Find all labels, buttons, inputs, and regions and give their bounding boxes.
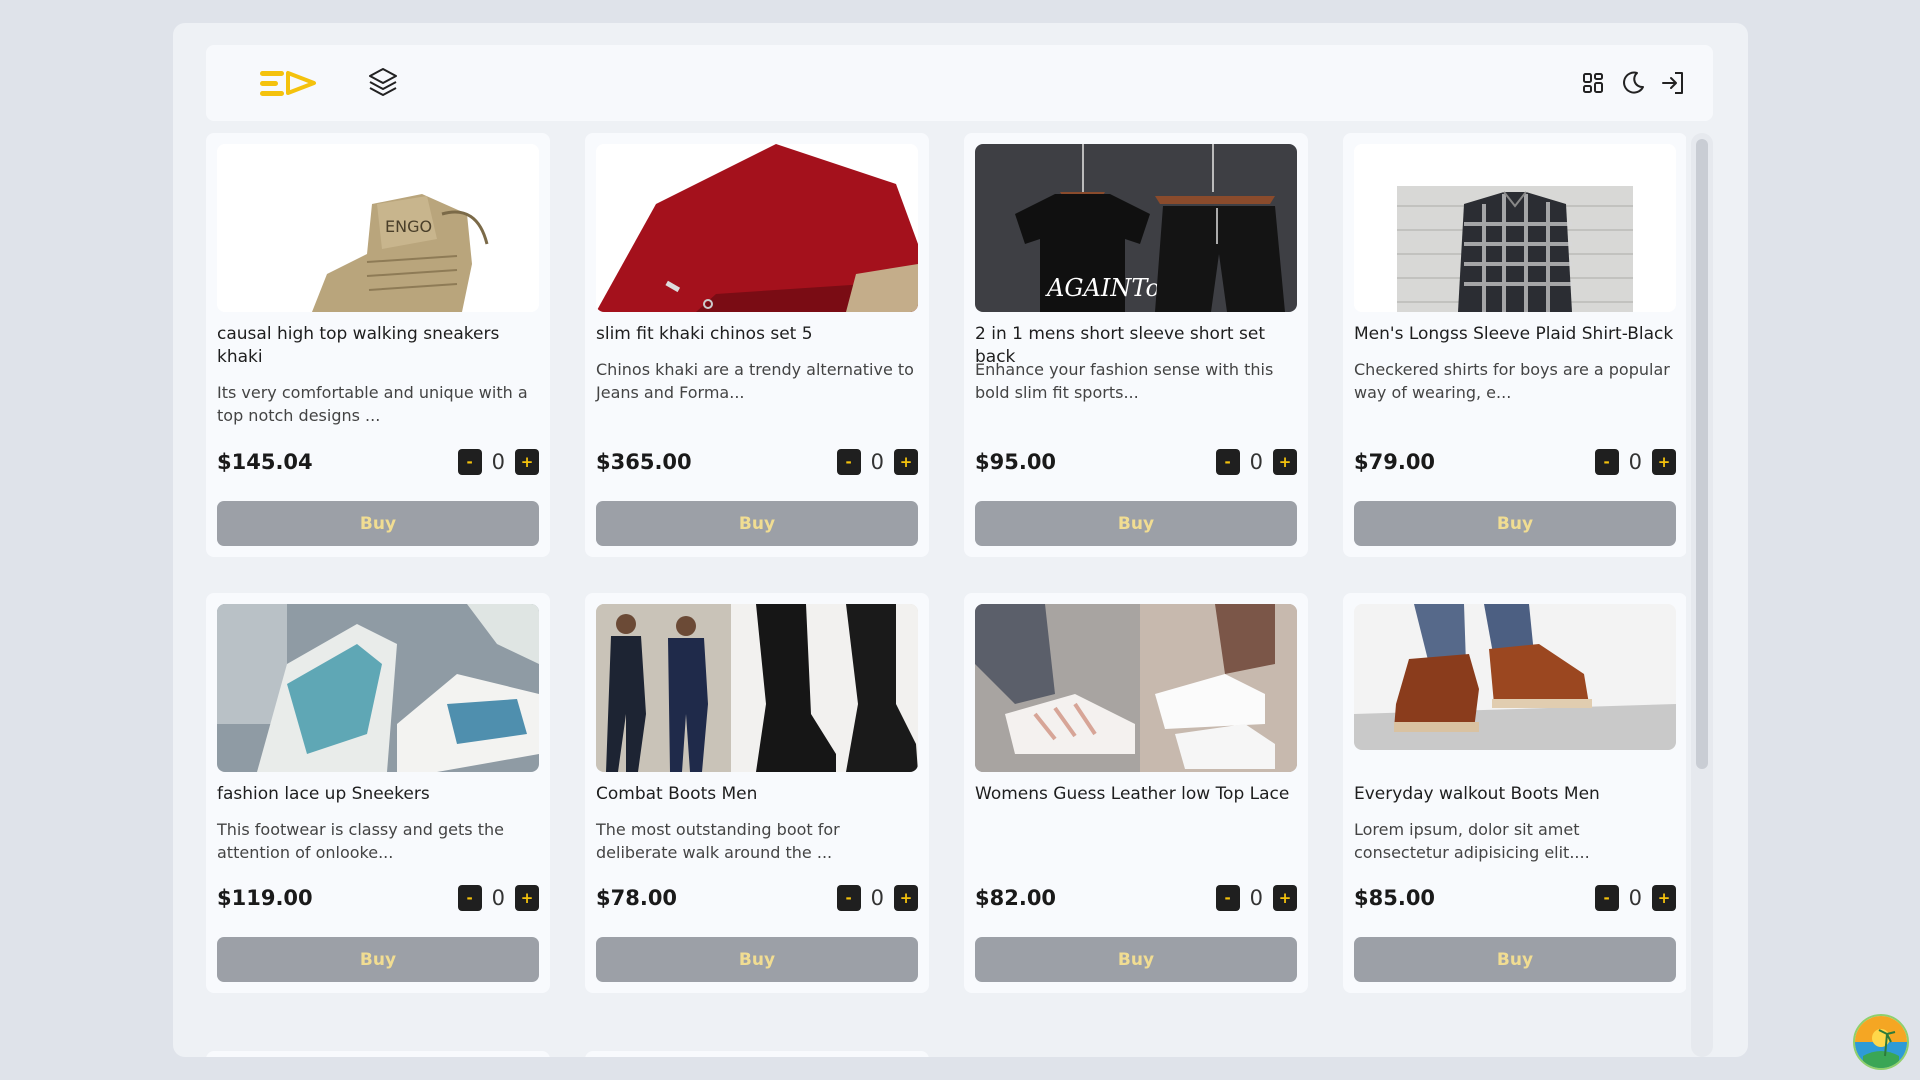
red-chinos-image[interactable]: [596, 144, 918, 312]
decrease-quantity-button[interactable]: -: [457, 449, 482, 475]
buy-button[interactable]: Buy: [596, 501, 918, 546]
quantity-value: 0: [870, 450, 884, 474]
increase-quantity-button[interactable]: +: [1273, 885, 1297, 911]
quantity-value: 0: [1249, 886, 1263, 910]
product-price: $95.00: [975, 450, 1057, 474]
increase-quantity-button[interactable]: +: [1273, 449, 1297, 475]
quantity-value: 0: [491, 450, 505, 474]
product-description: Chinos khaki are a trendy alternative to…: [596, 360, 914, 402]
quantity-value: 0: [1628, 450, 1642, 474]
header-actions: [1579, 69, 1687, 97]
decrease-quantity-button[interactable]: -: [1594, 885, 1619, 911]
product-title: Womens Guess Leather low Top Lace: [975, 784, 1290, 804]
quantity-value: 0: [1249, 450, 1263, 474]
product-price: $365.00: [596, 450, 692, 474]
app-window: ENGO causal high top walking sneakers kh…: [173, 23, 1748, 1057]
svg-text:AGAINTo: AGAINTo: [1045, 274, 1160, 302]
buy-button[interactable]: Buy: [596, 937, 918, 982]
product-title: Men's Longss Sleeve Plaid Shirt-Black: [1354, 324, 1674, 344]
increase-quantity-button[interactable]: +: [1652, 885, 1676, 911]
quantity-stepper: - 0 +: [1215, 449, 1297, 475]
layers-icon[interactable]: [368, 65, 398, 99]
product-description: Enhance your fashion sense with this bol…: [975, 360, 1274, 402]
product-price: $82.00: [975, 886, 1057, 910]
product-price: $79.00: [1354, 450, 1436, 474]
product-card: Womens Guess Leather low Top Lace $82.00…: [964, 593, 1308, 993]
khaki-boot-image[interactable]: ENGO: [217, 144, 539, 312]
quantity-stepper: - 0 +: [836, 449, 918, 475]
combat-boots-image[interactable]: [596, 604, 918, 772]
decrease-quantity-button[interactable]: -: [1215, 885, 1240, 911]
decrease-quantity-button[interactable]: -: [1215, 449, 1240, 475]
decrease-quantity-button[interactable]: -: [1594, 449, 1619, 475]
product-title: causal high top walking sneakers khaki: [217, 324, 500, 367]
scrollbar-thumb[interactable]: [1696, 139, 1708, 769]
quantity-stepper: - 0 +: [1594, 449, 1676, 475]
product-card: ENGO causal high top walking sneakers kh…: [206, 133, 550, 557]
product-card: Everyday walkout Boots Men Lorem ipsum, …: [1343, 593, 1686, 993]
product-description: The most outstanding boot for deliberate…: [596, 820, 840, 862]
product-card: Men's Longss Sleeve Plaid Shirt-Black Ch…: [1343, 133, 1686, 557]
product-price: $85.00: [1354, 886, 1436, 910]
product-title: fashion lace up Sneekers: [217, 784, 430, 804]
product-title: Everyday walkout Boots Men: [1354, 784, 1600, 804]
product-title: slim fit khaki chinos set 5: [596, 324, 813, 344]
tshirt-shorts-set-image[interactable]: AGAINTo: [975, 144, 1297, 312]
product-price: $78.00: [596, 886, 678, 910]
buy-button[interactable]: Buy: [975, 501, 1297, 546]
quantity-stepper: - 0 +: [457, 885, 539, 911]
top-navigation-bar: [206, 45, 1713, 121]
quantity-stepper: - 0 +: [1215, 885, 1297, 911]
brand-logo-icon[interactable]: [258, 65, 320, 101]
scrollbar[interactable]: [1691, 133, 1713, 1057]
buy-button[interactable]: Buy: [975, 937, 1297, 982]
buy-button[interactable]: Buy: [217, 937, 539, 982]
product-description: This footwear is classy and gets the att…: [217, 820, 504, 862]
user-avatar-icon[interactable]: [1853, 1014, 1909, 1070]
blue-sneakers-image[interactable]: [217, 604, 539, 772]
product-description: Its very comfortable and unique with a t…: [217, 383, 528, 425]
product-grid: ENGO causal high top walking sneakers kh…: [206, 133, 1686, 1057]
product-card: slim fit khaki chinos set 5 Chinos khaki…: [585, 133, 929, 557]
quantity-stepper: - 0 +: [457, 449, 539, 475]
product-description: Lorem ipsum, dolor sit amet consectetur …: [1354, 820, 1590, 862]
quantity-value: 0: [491, 886, 505, 910]
next-row-card-peek: [206, 1051, 550, 1057]
increase-quantity-button[interactable]: +: [1652, 449, 1676, 475]
white-sneakers-image[interactable]: [975, 604, 1297, 772]
buy-button[interactable]: Buy: [1354, 937, 1676, 982]
product-title: Combat Boots Men: [596, 784, 758, 804]
decrease-quantity-button[interactable]: -: [836, 885, 861, 911]
increase-quantity-button[interactable]: +: [894, 885, 918, 911]
brown-boots-image[interactable]: [1354, 604, 1676, 750]
buy-button[interactable]: Buy: [217, 501, 539, 546]
increase-quantity-button[interactable]: +: [515, 449, 539, 475]
product-price: $119.00: [217, 886, 313, 910]
quantity-stepper: - 0 +: [1594, 885, 1676, 911]
product-price: $145.04: [217, 450, 313, 474]
login-icon[interactable]: [1659, 69, 1687, 97]
increase-quantity-button[interactable]: +: [515, 885, 539, 911]
quantity-value: 0: [1628, 886, 1642, 910]
dashboard-icon[interactable]: [1579, 69, 1607, 97]
decrease-quantity-button[interactable]: -: [836, 449, 861, 475]
product-card: Combat Boots Men The most outstanding bo…: [585, 593, 929, 993]
quantity-value: 0: [870, 886, 884, 910]
buy-button[interactable]: Buy: [1354, 501, 1676, 546]
decrease-quantity-button[interactable]: -: [457, 885, 482, 911]
moon-icon[interactable]: [1619, 69, 1647, 97]
plaid-shirt-image[interactable]: [1354, 144, 1676, 312]
product-card: AGAINTo 2 in 1 mens short sleeve short s…: [964, 133, 1308, 557]
svg-text:ENGO: ENGO: [385, 217, 432, 236]
next-row-card-peek: [585, 1051, 929, 1057]
product-description: Checkered shirts for boys are a popular …: [1354, 360, 1670, 402]
product-card: fashion lace up Sneekers This footwear i…: [206, 593, 550, 993]
increase-quantity-button[interactable]: +: [894, 449, 918, 475]
quantity-stepper: - 0 +: [836, 885, 918, 911]
